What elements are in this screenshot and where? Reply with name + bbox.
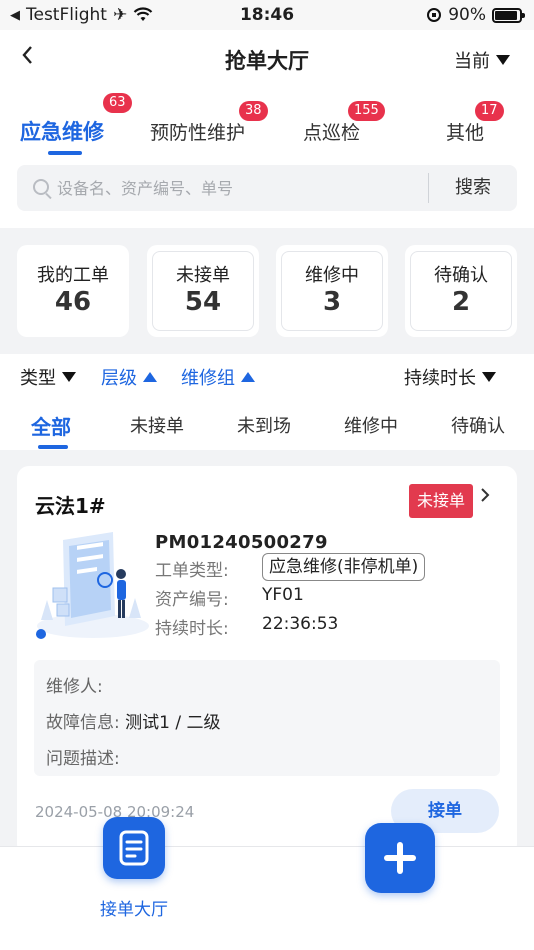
stat-value: 3 <box>322 287 342 317</box>
bottom-tab-bar: 接单大厅 <box>0 817 534 950</box>
search-box: 搜索 <box>17 165 517 211</box>
add-order-button[interactable] <box>365 823 435 893</box>
chevron-right-icon[interactable] <box>479 486 491 509</box>
asset-number-label: 资产编号: <box>155 590 229 610</box>
order-hall-button[interactable] <box>103 817 165 879</box>
search-button[interactable]: 搜索 <box>429 165 517 211</box>
tab-label: 其他 <box>446 122 485 144</box>
fault-details: 维修人: 故障信息: 测试1 / 二级 问题描述: <box>34 660 500 776</box>
tab-label: 应急维修 <box>20 120 104 144</box>
filter-duration[interactable]: 持续时长 <box>404 364 496 390</box>
status-badge: 未接单 <box>409 484 474 518</box>
tab-badge: 38 <box>239 101 268 121</box>
stat-my-orders[interactable]: 我的工单 46 <box>17 245 129 337</box>
caret-down-icon <box>496 55 510 65</box>
search-input[interactable] <box>57 176 417 200</box>
status-tabs: 全部 未接单 未到场 维修中 待确认 <box>0 398 534 450</box>
search-bar: 搜索 <box>0 158 534 228</box>
duration-value: 22:36:53 <box>262 614 339 634</box>
repairer-label: 维修人: <box>46 677 103 697</box>
status-bar: ◀ TestFlight ✈ 18:46 90% <box>0 0 534 30</box>
order-type-row: 工单类型: 应急维修(非停机单) <box>155 553 426 581</box>
caret-down-icon <box>482 372 496 382</box>
search-icon <box>33 179 49 195</box>
order-type-tag: 应急维修(非停机单) <box>262 553 426 581</box>
status-right: 90% <box>426 5 525 25</box>
tab-all[interactable]: 全部 <box>31 411 71 440</box>
battery-icon <box>492 7 525 23</box>
problem-description-label: 问题描述: <box>46 749 120 769</box>
filter-bar: 类型 层级 维修组 持续时长 <box>0 354 534 398</box>
tab-emergency-repair[interactable]: 应急维修 <box>20 116 104 146</box>
orientation-lock-icon <box>427 8 442 22</box>
nav-bar: 抢单大厅 当前 <box>0 30 534 88</box>
tab-patrol-inspection[interactable]: 点巡检 <box>303 118 360 145</box>
stat-unaccepted[interactable]: 未接单 54 <box>147 245 259 337</box>
duration-label: 持续时长: <box>155 619 229 639</box>
filter-type[interactable]: 类型 <box>20 364 76 390</box>
filter-label: 层级 <box>101 368 137 389</box>
current-label: 当前 <box>454 51 490 72</box>
stat-value: 2 <box>451 287 471 317</box>
tab-badge: 17 <box>475 101 504 121</box>
stat-label: 我的工单 <box>37 265 109 286</box>
tab-in-repair[interactable]: 维修中 <box>344 412 398 438</box>
order-hall-label[interactable]: 接单大厅 <box>84 895 184 920</box>
caret-up-icon <box>143 372 157 382</box>
tab-preventive-maintenance[interactable]: 预防性维护 <box>150 118 245 145</box>
category-tabs: 应急维修 63 预防性维护 38 点巡检 155 其他 17 <box>0 88 534 158</box>
tab-other[interactable]: 其他 <box>446 118 484 145</box>
filter-label: 维修组 <box>181 368 235 389</box>
current-dropdown[interactable]: 当前 <box>454 47 510 73</box>
filter-label: 持续时长 <box>404 368 476 389</box>
stat-label: 维修中 <box>305 265 359 286</box>
asset-number-row: 资产编号: YF01 <box>155 585 304 610</box>
filter-label: 类型 <box>20 368 56 389</box>
work-order-card[interactable]: 云法1# 未接单 PM01240500279 工单类型: 应急维修(非停机单) … <box>17 466 517 856</box>
stat-in-repair[interactable]: 维修中 3 <box>276 245 388 337</box>
tab-unaccepted[interactable]: 未接单 <box>130 412 184 438</box>
duration-row: 持续时长: 22:36:53 <box>155 614 338 639</box>
tab-label: 点巡检 <box>303 122 361 144</box>
tab-label: 预防性维护 <box>150 122 246 144</box>
active-status-indicator <box>38 445 68 449</box>
asset-number-value: YF01 <box>262 585 304 605</box>
tab-not-arrived[interactable]: 未到场 <box>237 412 291 438</box>
stat-value: 54 <box>184 287 222 317</box>
stat-value: 46 <box>54 287 92 317</box>
stat-to-confirm[interactable]: 待确认 2 <box>405 245 517 337</box>
filter-level[interactable]: 层级 <box>101 364 157 390</box>
order-type-label: 工单类型: <box>155 561 229 581</box>
fault-info-value: 测试1 / 二级 <box>125 713 221 733</box>
problem-description-row: 问题描述: <box>46 744 120 769</box>
fault-info-row: 故障信息: 测试1 / 二级 <box>46 708 221 733</box>
filter-repair-group[interactable]: 维修组 <box>181 364 255 390</box>
stat-label: 待确认 <box>434 265 488 286</box>
stats-row: 我的工单 46 未接单 54 维修中 3 待确认 2 <box>0 245 534 337</box>
order-number: PM01240500279 <box>155 532 328 553</box>
order-title: 云法1# <box>35 494 106 518</box>
tab-badge: 63 <box>103 93 132 113</box>
tab-badge: 155 <box>348 101 385 121</box>
repairer-row: 维修人: <box>46 672 103 697</box>
active-tab-indicator <box>48 151 82 155</box>
caret-down-icon <box>62 372 76 382</box>
battery-percent: 90% <box>448 5 486 25</box>
tab-to-confirm[interactable]: 待确认 <box>451 412 505 438</box>
order-illustration-icon <box>36 532 149 639</box>
caret-up-icon <box>241 372 255 382</box>
document-icon <box>119 830 149 866</box>
fault-info-label: 故障信息: <box>46 713 120 733</box>
stat-label: 未接单 <box>176 265 230 286</box>
